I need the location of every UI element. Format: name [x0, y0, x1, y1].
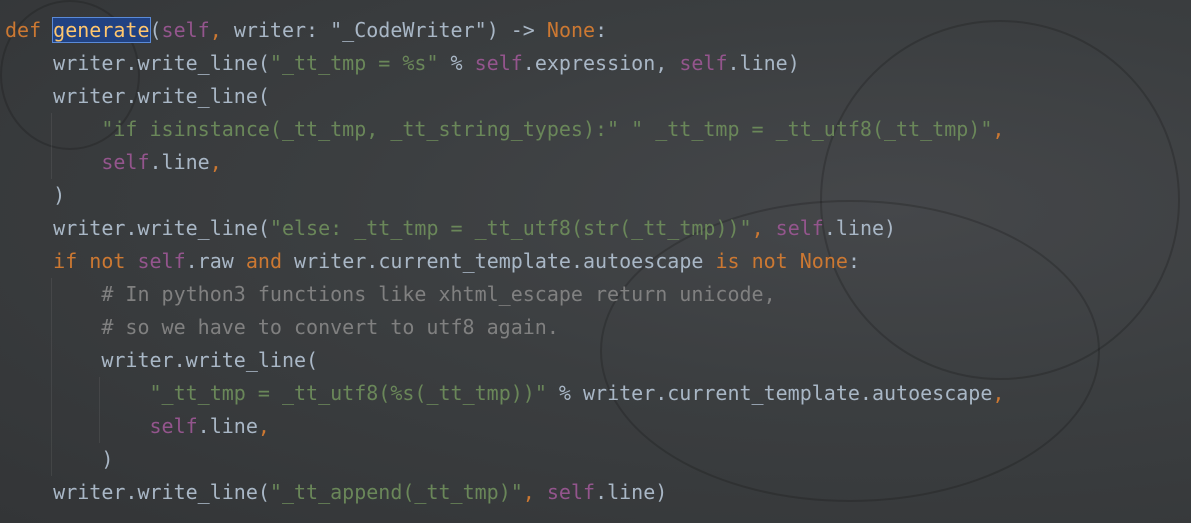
code-token: .line [197, 414, 258, 438]
code-token: writer.current_template.autoescape [294, 249, 716, 273]
code-token: .expression, [522, 51, 680, 75]
code-token: , [522, 480, 547, 504]
code-token: .line) [727, 51, 800, 75]
code-token: writer.write_line( [53, 51, 270, 75]
code-token: ) [53, 183, 66, 207]
code-token: ) -> [486, 18, 547, 42]
indent-guide [51, 113, 52, 146]
code-line[interactable]: writer.write_line("_tt_tmp = %s" % self.… [5, 47, 1004, 80]
code-token: self [101, 150, 150, 174]
code-line[interactable]: def generate(self, writer: "_CodeWriter"… [5, 14, 1004, 47]
code-line[interactable]: ) [5, 443, 1004, 476]
code-line[interactable]: "if isinstance(_tt_tmp, _tt_string_types… [5, 113, 1004, 146]
indent-guide [51, 377, 52, 410]
code-token: % writer.current_template.autoescape [546, 381, 993, 405]
code-token: : [847, 249, 860, 273]
code-line[interactable]: ) [5, 179, 1004, 212]
code-token: "if isinstance(_tt_tmp, _tt_string_types… [101, 117, 993, 141]
code-line[interactable]: # so we have to convert to utf8 again. [5, 311, 1004, 344]
code-line[interactable]: writer.write_line("_tt_append(_tt_tmp)",… [5, 476, 1004, 509]
code-token: writer.write_line( [53, 216, 270, 240]
indent-guide [51, 410, 52, 443]
code-line[interactable]: self.line, [5, 410, 1004, 443]
code-token: , [257, 414, 270, 438]
code-token: if not [53, 249, 138, 273]
code-token: self [679, 51, 728, 75]
code-token: .raw [185, 249, 246, 273]
code-token: None [546, 18, 596, 42]
code-token: self [137, 249, 186, 273]
code-line[interactable]: writer.write_line("else: _tt_tmp = _tt_u… [5, 212, 1004, 245]
code-token: def [5, 18, 54, 42]
code-line[interactable]: # In python3 functions like xhtml_escape… [5, 278, 1004, 311]
code-token: ) [101, 447, 114, 471]
code-line[interactable]: self.line, [5, 146, 1004, 179]
code-token: writer: [233, 18, 331, 42]
code-token: , [751, 216, 776, 240]
indent-guide [51, 311, 52, 344]
code-token: # In python3 functions like xhtml_escape… [101, 282, 776, 306]
code-token: self [149, 414, 198, 438]
code-token: , [209, 150, 222, 174]
code-token: # so we have to convert to utf8 again. [101, 315, 559, 339]
code-token: writer.write_line( [53, 84, 270, 108]
code-line[interactable]: writer.write_line( [5, 344, 1004, 377]
code-token: self [775, 216, 824, 240]
code-token: ( [149, 18, 162, 42]
code-token: self [546, 480, 596, 504]
code-token: .line [149, 150, 210, 174]
code-token: "_tt_append(_tt_tmp)" [269, 480, 523, 504]
code-token: .line) [823, 216, 897, 240]
code-token: % [438, 51, 475, 75]
code-token: self [161, 18, 210, 42]
code-token: "_tt_tmp = %s" [269, 51, 439, 75]
indent-guide [99, 410, 100, 443]
code-token: None [799, 249, 848, 273]
code-token: "_CodeWriter" [330, 18, 487, 42]
indent-guide [99, 377, 100, 410]
indent-guide [51, 344, 52, 377]
code-token: : [595, 18, 608, 42]
indent-guide [51, 146, 52, 179]
code-line[interactable]: writer.write_line( [5, 80, 1004, 113]
code-token: and [245, 249, 295, 273]
code-token: is not [715, 249, 800, 273]
code-token: "_tt_tmp = _tt_utf8(%s(_tt_tmp))" [149, 381, 547, 405]
code-token: , [992, 117, 1005, 141]
code-token: writer.write_line( [53, 480, 270, 504]
selected-identifier: generate [52, 17, 151, 43]
code-line[interactable]: if not self.raw and writer.current_templ… [5, 245, 1004, 278]
code-token: writer.write_line( [101, 348, 319, 372]
code-token: , [209, 18, 234, 42]
indent-guide [51, 278, 52, 311]
code-token: .line) [595, 480, 668, 504]
code-token: "else: _tt_tmp = _tt_utf8(str(_tt_tmp))" [269, 216, 752, 240]
indent-guide [51, 443, 52, 476]
code-token: self [474, 51, 523, 75]
code-line[interactable]: "_tt_tmp = _tt_utf8(%s(_tt_tmp))" % writ… [5, 377, 1004, 410]
code-editor[interactable]: def generate(self, writer: "_CodeWriter"… [5, 14, 1004, 509]
code-token: , [992, 381, 1005, 405]
